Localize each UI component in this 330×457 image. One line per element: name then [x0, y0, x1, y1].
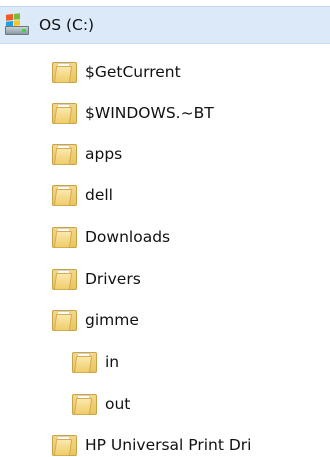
folder-icon [52, 61, 77, 83]
folder-icon [72, 393, 97, 415]
folder-icon [72, 351, 97, 373]
tree-item-in[interactable]: in [0, 345, 119, 379]
tree-item-label: $WINDOWS.~BT [85, 104, 214, 122]
drive-icon [5, 13, 29, 36]
tree-item-getcurrent[interactable]: $GetCurrent [0, 55, 181, 89]
tree-item-drivers[interactable]: Drivers [0, 262, 141, 296]
folder-icon [52, 268, 77, 290]
tree-item-label: OS (C:) [39, 16, 95, 34]
folder-icon [52, 434, 77, 456]
folder-icon [52, 143, 77, 165]
tree-item-downloads[interactable]: Downloads [0, 220, 170, 254]
tree-item-os-c-drive[interactable]: OS (C:) [0, 6, 330, 44]
folder-icon [52, 184, 77, 206]
tree-item-label: HP Universal Print Dri [85, 436, 252, 454]
folder-icon [52, 309, 77, 331]
tree-item-windows-bt[interactable]: $WINDOWS.~BT [0, 96, 214, 130]
folder-tree: OS (C:) $GetCurrent $WINDOWS.~BT apps de… [0, 0, 330, 457]
tree-item-dell[interactable]: dell [0, 178, 113, 212]
tree-item-label: Drivers [85, 270, 141, 288]
tree-item-hp-universal-print-driver[interactable]: HP Universal Print Dri [0, 428, 252, 457]
tree-item-label: apps [85, 145, 123, 163]
tree-item-label: gimme [85, 311, 139, 329]
tree-item-label: dell [85, 186, 113, 204]
tree-item-apps[interactable]: apps [0, 137, 122, 171]
tree-item-label: Downloads [85, 228, 171, 246]
tree-item-label: $GetCurrent [85, 63, 181, 81]
tree-item-out[interactable]: out [0, 387, 130, 421]
tree-item-gimme[interactable]: gimme [0, 303, 139, 337]
folder-icon [52, 102, 77, 124]
tree-item-label: out [105, 395, 131, 413]
tree-item-label: in [105, 353, 120, 371]
folder-icon [52, 226, 77, 248]
